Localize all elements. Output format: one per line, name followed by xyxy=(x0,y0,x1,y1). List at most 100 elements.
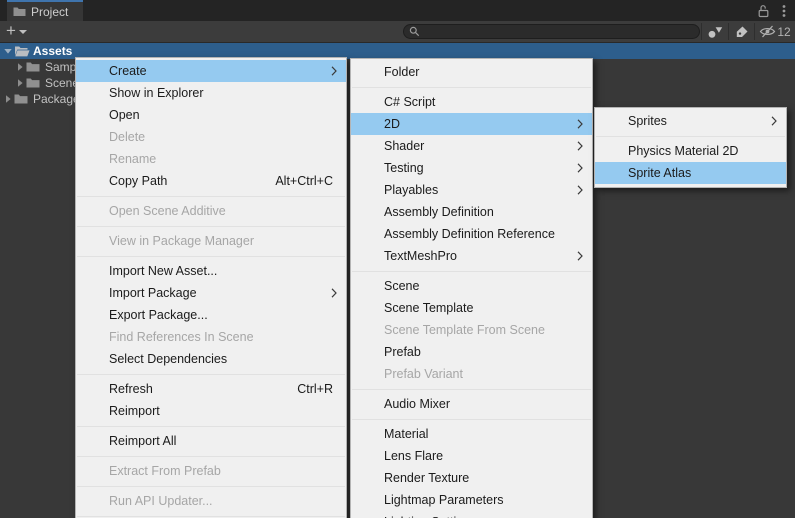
menu-item-import-package[interactable]: Import Package xyxy=(76,282,346,304)
menu-item-playables[interactable]: Playables xyxy=(351,179,592,201)
menu-item-create[interactable]: Create xyxy=(76,60,346,82)
folder-icon xyxy=(26,77,43,89)
menu-item-label: Physics Material 2D xyxy=(628,144,738,158)
menu-item-reimport[interactable]: Reimport xyxy=(76,400,346,422)
menu-item-lightmap-parameters[interactable]: Lightmap Parameters xyxy=(351,489,592,511)
menu-item-label: Sprite Atlas xyxy=(628,166,691,180)
foldout-triangle-icon[interactable] xyxy=(14,78,26,88)
search-by-label-button[interactable] xyxy=(731,21,753,42)
menu-item-show-in-explorer[interactable]: Show in Explorer xyxy=(76,82,346,104)
menu-item-physics-material-2d[interactable]: Physics Material 2D xyxy=(595,140,786,162)
menu-item-prefab-variant: Prefab Variant xyxy=(351,363,592,385)
menu-item-import-new-asset[interactable]: Import New Asset... xyxy=(76,260,346,282)
tree-item-label: Assets xyxy=(33,44,72,58)
menu-item-shader[interactable]: Shader xyxy=(351,135,592,157)
2d-submenu: Sprites Physics Material 2D Sprite Atlas xyxy=(594,107,787,188)
chevron-down-icon xyxy=(19,30,27,34)
menu-item-select-dependencies[interactable]: Select Dependencies xyxy=(76,348,346,370)
menu-item-label: Extract From Prefab xyxy=(109,464,221,478)
menu-item-label: Prefab xyxy=(384,345,421,359)
menu-item-c-script[interactable]: C# Script xyxy=(351,91,592,113)
menu-item-shortcut: Ctrl+R xyxy=(297,378,333,400)
menu-item-label: Show in Explorer xyxy=(109,86,204,100)
menu-item-delete: Delete xyxy=(76,126,346,148)
submenu-arrow-icon xyxy=(331,66,337,76)
menu-item-assembly-definition[interactable]: Assembly Definition xyxy=(351,201,592,223)
context-menu: Create Show in Explorer Open Delete Rename Co… xyxy=(75,57,347,518)
submenu-arrow-icon xyxy=(577,141,583,151)
submenu-arrow-icon xyxy=(577,185,583,195)
menu-item-refresh[interactable]: Refresh Ctrl+R xyxy=(76,378,346,400)
menu-separator xyxy=(77,456,345,457)
menu-item-label: Sprites xyxy=(628,114,667,128)
submenu-arrow-icon xyxy=(577,119,583,129)
menu-item-label: Folder xyxy=(384,65,419,79)
folder-icon xyxy=(13,6,26,17)
search-input[interactable] xyxy=(424,26,694,38)
menu-item-label: Rename xyxy=(109,152,156,166)
submenu-arrow-icon xyxy=(577,251,583,261)
menu-item-label: Scene Template xyxy=(384,301,473,315)
menu-item-label: Reimport All xyxy=(109,434,176,448)
menu-item-scene[interactable]: Scene xyxy=(351,275,592,297)
menu-separator xyxy=(352,271,591,272)
foldout-triangle-icon[interactable] xyxy=(2,94,14,104)
menu-item-label: Prefab Variant xyxy=(384,367,463,381)
menu-item-sprites[interactable]: Sprites xyxy=(595,110,786,132)
menu-item-prefab[interactable]: Prefab xyxy=(351,341,592,363)
open-folder-icon xyxy=(14,45,31,57)
menu-item-lighting-settings[interactable]: Lighting Settings xyxy=(351,511,592,518)
tab-project[interactable]: Project xyxy=(7,0,83,21)
unlock-icon[interactable] xyxy=(757,4,770,18)
foldout-triangle-icon[interactable] xyxy=(14,62,26,72)
menu-item-scene-template[interactable]: Scene Template xyxy=(351,297,592,319)
toolbar-divider xyxy=(754,23,755,40)
menu-item-2d[interactable]: 2D xyxy=(351,113,592,135)
filter-by-type-icon xyxy=(707,25,723,39)
menu-item-label: Shader xyxy=(384,139,424,153)
menu-item-label: Select Dependencies xyxy=(109,352,227,366)
menu-item-label: 2D xyxy=(384,117,400,131)
menu-separator xyxy=(77,374,345,375)
menu-item-lens-flare[interactable]: Lens Flare xyxy=(351,445,592,467)
foldout-triangle-icon[interactable] xyxy=(2,46,14,56)
create-asset-button[interactable]: + xyxy=(6,21,27,42)
menu-item-copy-path[interactable]: Copy PathAlt+Ctrl+C xyxy=(76,170,346,192)
search-by-type-button[interactable] xyxy=(704,21,726,42)
menu-item-export-package[interactable]: Export Package... xyxy=(76,304,346,326)
menu-item-rename: Rename xyxy=(76,148,346,170)
menu-item-render-texture[interactable]: Render Texture xyxy=(351,467,592,489)
menu-item-label: Audio Mixer xyxy=(384,397,450,411)
menu-item-label: Refresh xyxy=(109,382,153,396)
menu-item-label: Lightmap Parameters xyxy=(384,493,504,507)
toolbar-divider xyxy=(701,23,702,40)
menu-item-run-api-updater: Run API Updater... xyxy=(76,490,346,512)
menu-item-label: Import New Asset... xyxy=(109,264,217,278)
menu-item-label: Find References In Scene xyxy=(109,330,254,344)
submenu-arrow-icon xyxy=(577,163,583,173)
hidden-packages-toggle[interactable]: 12 xyxy=(757,21,793,42)
menu-item-folder[interactable]: Folder xyxy=(351,61,592,83)
menu-item-label: Render Texture xyxy=(384,471,469,485)
menu-item-open[interactable]: Open xyxy=(76,104,346,126)
menu-separator xyxy=(77,426,345,427)
menu-item-material[interactable]: Material xyxy=(351,423,592,445)
menu-item-reimport-all[interactable]: Reimport All xyxy=(76,430,346,452)
menu-item-assembly-definition-reference[interactable]: Assembly Definition Reference xyxy=(351,223,592,245)
tab-label: Project xyxy=(31,5,68,19)
search-field[interactable] xyxy=(403,24,700,39)
menu-item-testing[interactable]: Testing xyxy=(351,157,592,179)
menu-item-label: Run API Updater... xyxy=(109,494,213,508)
menu-item-sprite-atlas[interactable]: Sprite Atlas xyxy=(595,162,786,184)
menu-item-label: Create xyxy=(109,64,147,78)
menu-item-label: Open xyxy=(109,108,140,122)
menu-separator xyxy=(352,389,591,390)
menu-item-textmeshpro[interactable]: TextMeshPro xyxy=(351,245,592,267)
plus-icon: + xyxy=(6,22,16,39)
menu-item-label: Reimport xyxy=(109,404,160,418)
menu-separator xyxy=(596,136,785,137)
menu-separator xyxy=(77,196,345,197)
menu-item-audio-mixer[interactable]: Audio Mixer xyxy=(351,393,592,415)
menu-separator xyxy=(77,256,345,257)
kebab-menu-icon[interactable] xyxy=(782,4,786,18)
